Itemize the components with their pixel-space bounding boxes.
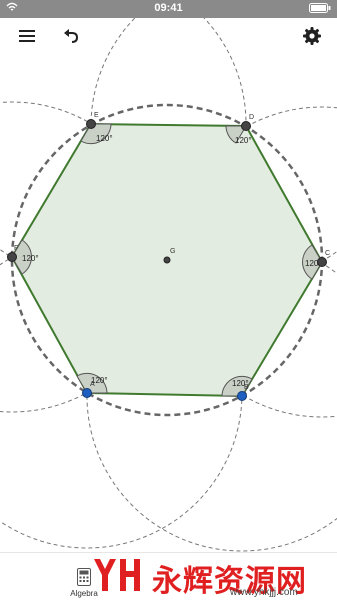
undo-icon[interactable] [60, 24, 84, 48]
angle-label-f: 120° [22, 254, 39, 263]
hamburger-icon[interactable] [15, 24, 39, 48]
point-label-a: A [90, 381, 95, 388]
watermark-logo: 永辉资源网 www.yhkjjj.com [88, 553, 328, 601]
point-g[interactable] [163, 256, 171, 264]
bottom-bar: Algebra 永辉资源网 www.yhkjjj.com [0, 552, 337, 601]
status-time: 09:41 [154, 2, 183, 14]
watermark-url: www.yhkjjj.com [230, 587, 298, 598]
geometry-canvas[interactable]: 120° 120° 120° 120° 120° 120° E D F C G … [0, 0, 337, 600]
angle-label-e: 120° [96, 134, 113, 143]
point-d[interactable] [241, 121, 251, 131]
point-label-c: C [325, 250, 330, 257]
point-c[interactable] [317, 257, 327, 267]
point-f[interactable] [7, 252, 17, 262]
point-b[interactable] [237, 391, 247, 401]
point-label-d: D [249, 114, 254, 121]
gear-icon[interactable] [300, 24, 324, 48]
toolbar [0, 18, 337, 54]
watermark-yh-icon [94, 559, 140, 591]
point-label-g: G [170, 248, 175, 255]
point-label-b: B [244, 384, 249, 391]
point-label-e: E [94, 112, 99, 119]
point-e[interactable] [86, 119, 96, 129]
angle-label-d: 120° [235, 136, 252, 145]
point-a[interactable] [82, 388, 92, 398]
battery-icon [309, 3, 331, 16]
status-bar: 09:41 [0, 0, 337, 18]
point-label-f: F [14, 245, 18, 252]
